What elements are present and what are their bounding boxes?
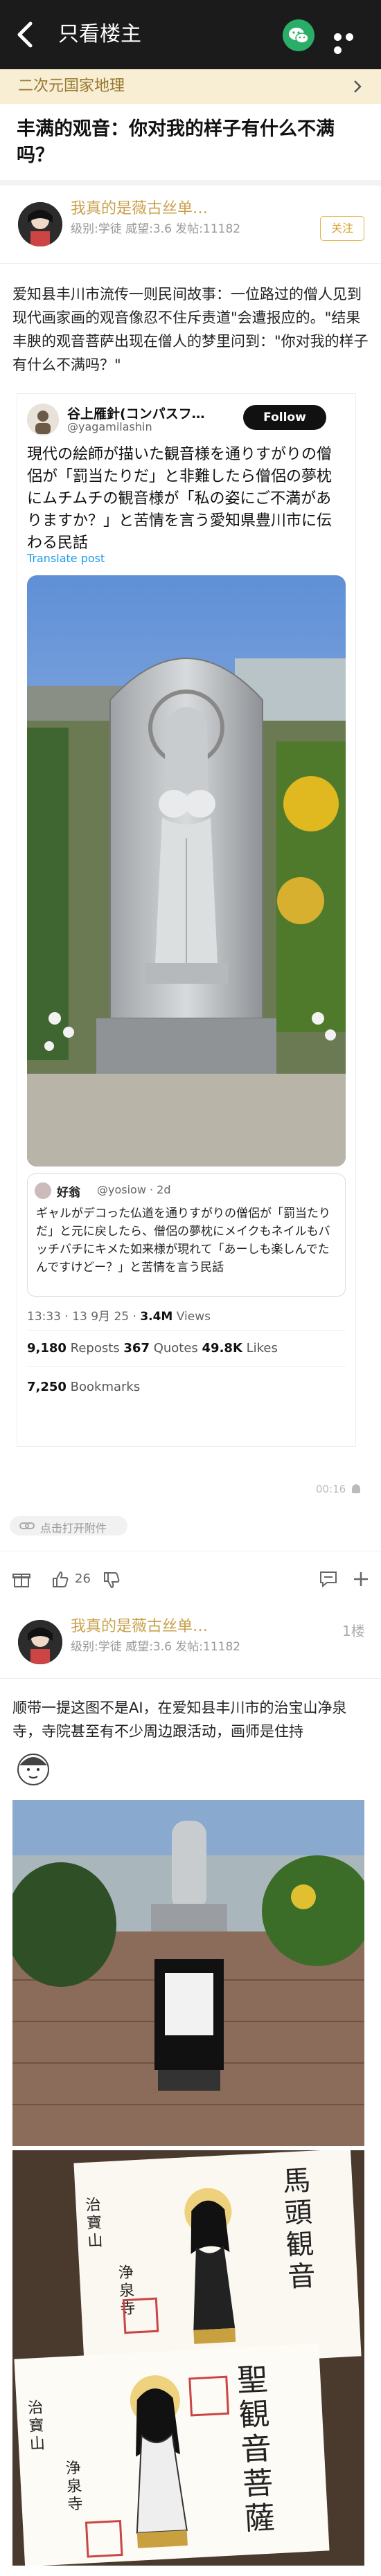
more-options-icon[interactable]: [334, 30, 366, 54]
stamp-title-bottom: 聖観音菩薩: [236, 2361, 276, 2537]
post-action-bar: 26: [0, 1558, 381, 1602]
divider: [27, 1330, 346, 1331]
link-icon: [19, 1522, 35, 1529]
anime-figure-illustration: [184, 2188, 236, 2344]
avatar[interactable]: [18, 1620, 62, 1664]
red-seal-stamp: [122, 2297, 159, 2334]
author-name[interactable]: 我真的是薇古丝单…: [71, 199, 208, 219]
tweet-views-label: Views: [172, 1310, 211, 1324]
temple-stamps-photo[interactable]: 馬頭観音 治寶山 浄泉寺 聖観音菩薩 治寶山 浄泉寺: [12, 2150, 364, 2566]
likes-label[interactable]: Likes: [242, 1341, 278, 1355]
divider: [0, 263, 381, 264]
stamp-title-top: 馬頭観音: [282, 2164, 317, 2294]
stamp-card-bottom: 聖観音菩薩 治寶山 浄泉寺: [14, 2343, 330, 2566]
embedded-tweet[interactable]: 谷上雁針(コンパスフ… @yagamilashin Follow 現代の絵師が描…: [17, 393, 356, 1447]
original-post: 我真的是薇古丝单… 级别:学徒 威望:3.6 发帖:11182 关注 爱知县丰川…: [0, 186, 381, 1771]
post-text: 爱知县丰川市流传一则民间故事：一位路过的僧人见到现代画家画的观音像忍不住斥责道"…: [12, 286, 369, 373]
board-breadcrumb[interactable]: 二次元国家地理: [0, 69, 381, 104]
tweet-author-handle: @yagamilashin: [67, 420, 152, 433]
bookmarks-label[interactable]: Bookmarks: [67, 1380, 141, 1394]
attachment-label: 点击打开附件: [40, 1522, 107, 1535]
quoted-text: ギャルがデコった仏道を通りすがりの僧侶が「罰当たりだ」と元に戻したら、僧侶の夢枕…: [36, 1207, 330, 1275]
likes-count: 49.8K: [202, 1341, 242, 1355]
quotes-count: 367: [123, 1341, 150, 1355]
tweet-bookmarks: 7,250 Bookmarks: [27, 1380, 140, 1394]
author-meta: 级别:学徒 威望:3.6 发帖:11182: [71, 1640, 241, 1654]
tweet-avatar: [27, 404, 59, 435]
reposts-count: 9,180: [27, 1341, 67, 1355]
top-bar: 只看楼主: [0, 0, 381, 69]
back-arrow-icon[interactable]: [15, 21, 35, 48]
translate-link[interactable]: Translate post: [27, 552, 105, 565]
tweet-views-count: 3.4M: [140, 1310, 173, 1324]
divider: [27, 1366, 346, 1367]
tweet-author-name: 谷上雁針(コンパスフ…: [67, 406, 205, 422]
tweet-text: 現代の絵師が描いた観音様を通りすがりの僧侶が「罰当たりだ」と非難したら僧侶の夢枕…: [27, 446, 333, 552]
avatar[interactable]: [18, 202, 62, 246]
android-icon: [352, 1484, 360, 1493]
quoted-author-handle: @yosiow · 2d: [97, 1183, 171, 1196]
author-meta: 级别:学徒 威望:3.6 发帖:11182: [71, 222, 241, 236]
add-icon[interactable]: [352, 1570, 370, 1588]
thumbs-down-icon[interactable]: [103, 1571, 121, 1589]
reposts-label[interactable]: Reposts: [67, 1341, 123, 1355]
post-time: 00:16: [316, 1483, 346, 1495]
open-attachment-button[interactable]: 点击打开附件: [10, 1516, 127, 1535]
floor-number: 1楼: [342, 1623, 365, 1639]
statue-photo[interactable]: [27, 575, 346, 1167]
thumbs-up-icon[interactable]: [51, 1570, 69, 1588]
tweet-timestamp: 13:33 · 13 9月 25 ·: [27, 1310, 141, 1324]
like-count: 26: [75, 1571, 91, 1586]
quoted-avatar: [35, 1182, 51, 1199]
tweet-time: 13:33 · 13 9月 25 · 3.4M Views: [27, 1306, 211, 1324]
chevron-right-icon: [354, 80, 362, 93]
red-seal-stamp: [188, 2375, 230, 2417]
reply-post: 我真的是薇古丝单… 级别:学徒 威望:3.6 发帖:11182 1楼 顺带一提这…: [0, 1606, 381, 2576]
stamp-temple-bottom: 浄泉寺: [65, 2459, 84, 2514]
tweet-stats: 9,180 Reposts 367 Quotes 49.8K Likes: [27, 1341, 278, 1355]
stamp-card-top: 馬頭観音 治寶山 浄泉寺: [73, 2150, 362, 2371]
quoted-tweet[interactable]: 好翁 @yosiow · 2d ギャルがデコった仏道を通りすがりの僧侶が「罰当た…: [27, 1173, 346, 1297]
post-text: 顺带一提这图不是AI，在爱知县丰川市的治宝山净泉寺，寺院甚至有不少周边跟活动，画…: [12, 1700, 347, 1740]
board-name: 二次元国家地理: [18, 78, 125, 95]
thread-title: 丰满的观音：你对我的样子有什么不满吗？: [17, 118, 335, 166]
comment-icon[interactable]: [319, 1570, 338, 1588]
red-seal-stamp: [85, 2519, 123, 2558]
quotes-label[interactable]: Quotes: [150, 1341, 202, 1355]
thread-header: 丰满的观音：你对我的样子有什么不满吗？: [0, 104, 381, 180]
temple-photo[interactable]: [12, 1800, 364, 2146]
follow-button[interactable]: 关注: [320, 216, 364, 241]
quoted-author-name: 好翁: [57, 1186, 80, 1200]
wechat-share-icon[interactable]: [283, 19, 314, 51]
gift-icon[interactable]: [12, 1570, 30, 1588]
author-name[interactable]: 我真的是薇古丝单…: [71, 1617, 208, 1637]
page-title: 只看楼主: [58, 22, 141, 46]
sticker-emoji: [17, 1754, 49, 1785]
stamp-mountain-bottom: 治寶山: [27, 2399, 46, 2453]
divider: [0, 1678, 381, 1679]
bookmarks-count: 7,250: [27, 1380, 67, 1394]
tweet-follow-button[interactable]: Follow: [243, 405, 326, 430]
stamp-mountain-top: 治寶山: [85, 2196, 104, 2251]
